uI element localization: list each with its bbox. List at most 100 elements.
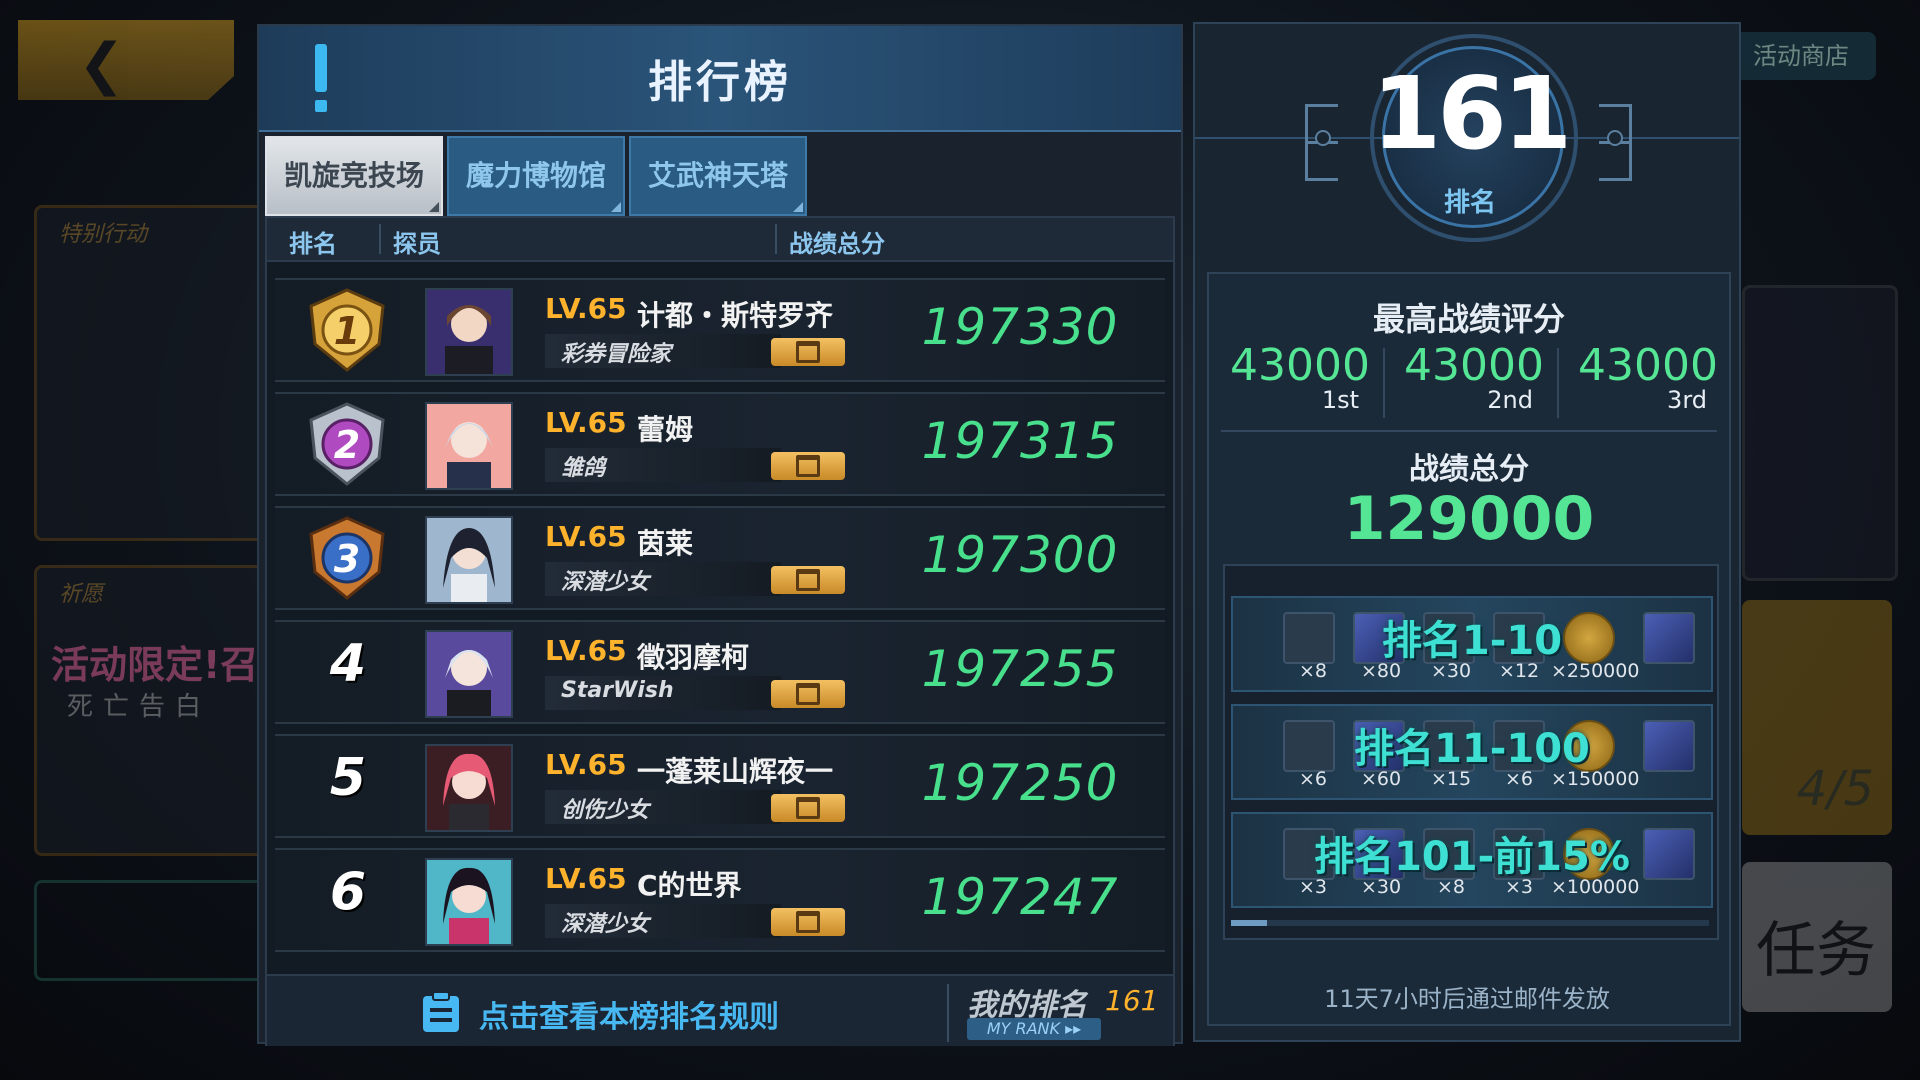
- table-row[interactable]: 2 LV.65 蕾姆 雏鸽 197315: [275, 392, 1165, 496]
- player-score: 197330: [921, 298, 1119, 356]
- player-name: 徵羽摩柯: [637, 641, 750, 674]
- gift-icon: [796, 911, 820, 933]
- deco: [1599, 144, 1632, 181]
- rank-number: 6: [329, 862, 367, 922]
- gift-button[interactable]: [771, 908, 845, 936]
- gift-button[interactable]: [771, 566, 845, 594]
- best-place: 1st: [1321, 386, 1359, 414]
- player-title-box: 深潜少女: [545, 904, 781, 938]
- avatar[interactable]: [425, 744, 513, 832]
- rank-number: 4: [329, 634, 367, 694]
- player-score: 197247: [921, 868, 1119, 926]
- wish-card: 祈愿 活动限定!召唤 死亡告白: [34, 565, 296, 856]
- player-title-box: StarWish: [545, 676, 781, 710]
- player-level: LV.65: [545, 406, 627, 439]
- table-row[interactable]: 3 LV.65 茵莱 深潜少女 197300: [275, 506, 1165, 610]
- avatar[interactable]: [425, 288, 513, 376]
- table-row[interactable]: 4 LV.65 徵羽摩柯 StarWish 197255: [275, 620, 1165, 724]
- table-row[interactable]: 1 LV.65 计都・斯特罗齐 彩券冒险家 197330: [275, 278, 1165, 382]
- task-label: 任务: [1756, 916, 1876, 986]
- reward-scrollbar[interactable]: [1231, 920, 1709, 926]
- gift-button[interactable]: [771, 794, 845, 822]
- tab-bar: 凯旋竞技场 魔力博物馆 艾武神天塔: [265, 136, 807, 216]
- silver-rank-badge-icon: 2: [309, 402, 385, 486]
- gift-button[interactable]: [771, 338, 845, 366]
- progress-fraction: 4/5: [1796, 761, 1874, 817]
- player-level: LV.65: [545, 292, 627, 325]
- bg-card: [34, 880, 270, 981]
- rank-number: 2: [334, 423, 360, 467]
- promo-sub: 死亡告白: [67, 692, 212, 722]
- rank-number: 5: [329, 748, 367, 808]
- gift-icon: [796, 569, 820, 591]
- player-level: LV.65: [545, 862, 627, 895]
- tab-tower[interactable]: 艾武神天塔: [629, 136, 807, 216]
- table-row[interactable]: 6 LV.65 C的世界 深潜少女 197247: [275, 848, 1165, 952]
- card-label: 特别行动: [59, 222, 148, 247]
- avatar[interactable]: [425, 858, 513, 946]
- gift-button[interactable]: [771, 680, 845, 708]
- best-scores-box: 最高战绩评分 43000 1st 43000 2nd 43000 3rd 战绩总…: [1207, 272, 1731, 1026]
- scroll-thumb[interactable]: [1231, 920, 1267, 926]
- best-title: 最高战绩评分: [1372, 300, 1565, 338]
- deco: [1315, 130, 1331, 146]
- col-agent: 探员: [393, 230, 441, 258]
- gift-icon: [796, 455, 820, 477]
- table-row[interactable]: 5 LV.65 一蓬莱山辉夜一 创伤少女 197250: [275, 734, 1165, 838]
- deco: [1607, 130, 1623, 146]
- tab-label: 魔力博物馆: [465, 159, 606, 192]
- reward-tier[interactable]: ×3 ×30 ×8 ×3 ×100000 排名101-前15%: [1231, 812, 1713, 908]
- title-bar: 排行榜: [259, 26, 1181, 132]
- player-name: 茵莱: [637, 527, 694, 560]
- player-title-box: 彩券冒险家: [545, 334, 781, 368]
- player-title: StarWish: [561, 678, 674, 703]
- my-rank-panel: 161 排名 最高战绩评分 43000 1st 43000 2nd 43000 …: [1193, 22, 1741, 1042]
- player-title-box: 创伤少女: [545, 790, 781, 824]
- tier-label: 排名1-10: [1381, 618, 1563, 664]
- player-level: LV.65: [545, 520, 627, 553]
- my-rank-button[interactable]: MY RANK ▸▸: [967, 1018, 1101, 1040]
- avatar[interactable]: [425, 630, 513, 718]
- best-value: 43000: [1578, 340, 1718, 391]
- player-name: 计都・斯特罗齐: [637, 299, 834, 332]
- col-score: 战绩总分: [789, 230, 885, 258]
- best-place: 2nd: [1487, 386, 1533, 414]
- bronze-rank-badge-icon: 3: [309, 516, 385, 600]
- total-value: 129000: [1343, 484, 1595, 554]
- bg-card: 4/5: [1742, 600, 1892, 835]
- player-title: 创伤少女: [561, 798, 650, 823]
- reward-tier[interactable]: ×6 ×60 ×15 ×6 ×150000 排名11-100: [1231, 704, 1713, 800]
- reward-tier[interactable]: ×8 ×80 ×30 ×12 ×250000 排名1-10: [1231, 596, 1713, 692]
- gift-icon: [796, 683, 820, 705]
- bg-card: [1742, 285, 1898, 581]
- tab-museum[interactable]: 魔力博物馆: [447, 136, 625, 216]
- tab-arena[interactable]: 凯旋竞技场: [265, 136, 443, 216]
- gift-icon: [796, 797, 820, 819]
- mail-delivery-note: 11天7小时后通过邮件发放: [1324, 985, 1610, 1013]
- back-button[interactable]: ❮: [18, 20, 234, 100]
- tier-label: 排名11-100: [1354, 726, 1590, 772]
- player-level: LV.65: [545, 748, 627, 781]
- player-name: 一蓬莱山辉夜一: [637, 755, 834, 788]
- player-score: 197250: [921, 754, 1119, 812]
- gold-rank-badge-icon: 1: [309, 288, 385, 372]
- card-label: 祈愿: [59, 582, 104, 607]
- deco: [1305, 144, 1338, 181]
- player-name: 蕾姆: [637, 413, 694, 446]
- gift-button[interactable]: [771, 452, 845, 480]
- rank-number: 1: [334, 309, 360, 353]
- rules-link[interactable]: 点击查看本榜排名规则: [479, 992, 779, 1036]
- best-score-2: 43000 2nd: [1389, 340, 1559, 430]
- avatar[interactable]: [425, 402, 513, 490]
- player-name: C的世界: [637, 869, 742, 902]
- table-header: 排名 探员 战绩总分: [267, 218, 1173, 262]
- avatar[interactable]: [425, 516, 513, 604]
- player-title: 雏鸽: [561, 456, 606, 481]
- player-title-box: 雏鸽: [545, 448, 781, 482]
- player-title: 深潜少女: [561, 570, 650, 595]
- event-shop-button: 活动商店: [1726, 32, 1876, 80]
- best-score-3: 43000 3rd: [1563, 340, 1733, 430]
- reward-list: ×8 ×80 ×30 ×12 ×250000 排名1-10 ×6 ×60 ×15…: [1223, 564, 1719, 940]
- best-score-1: 43000 1st: [1215, 340, 1385, 430]
- tier-label: 排名101-前15%: [1314, 834, 1630, 880]
